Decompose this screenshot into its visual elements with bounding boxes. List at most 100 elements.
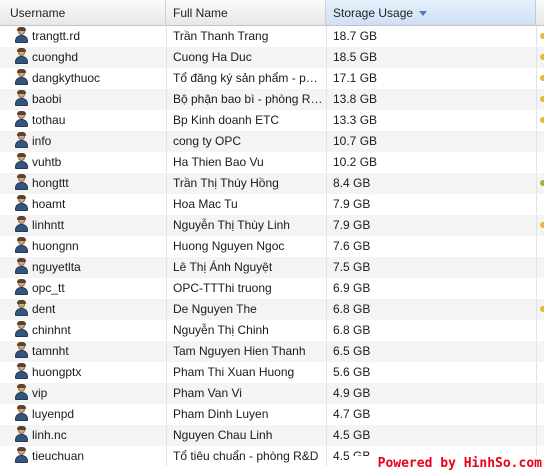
table-row[interactable]: hongttt Trần Thị Thúy Hồng 8.4 GB (0, 173, 544, 194)
table-row[interactable]: luyenpd Pham Dinh Luyen 4.7 GB (0, 404, 544, 425)
username-cell: dangkythuoc (32, 71, 101, 85)
full-name-cell: Hoa Mac Tu (173, 197, 238, 211)
user-icon (14, 216, 28, 233)
status-indicator-icon (540, 222, 544, 228)
storage-usage-cell: 7.9 GB (333, 218, 371, 232)
column-header-full-name[interactable]: Full Name (166, 0, 326, 25)
user-icon (14, 342, 28, 359)
column-header-storage-usage-label: Storage Usage (333, 6, 414, 20)
storage-usage-cell: 6.8 GB (333, 302, 371, 316)
full-name-cell: Pham Dinh Luyen (173, 407, 269, 421)
table-row[interactable]: dent De Nguyen The 6.8 GB (0, 299, 544, 320)
username-cell: nguyetlta (32, 260, 81, 274)
username-cell: huongnn (32, 239, 79, 253)
username-cell: vip (32, 386, 48, 400)
user-icon (14, 111, 28, 128)
storage-usage-cell: 13.8 GB (333, 92, 378, 106)
status-indicator-icon (540, 54, 544, 60)
username-cell: tieuchuan (32, 449, 85, 463)
username-cell: opc_tt (32, 281, 65, 295)
storage-usage-cell: 7.5 GB (333, 260, 371, 274)
status-indicator-icon (540, 33, 544, 39)
table-row[interactable]: opc_tt OPC-TTThi truong 6.9 GB (0, 278, 544, 299)
full-name-cell: De Nguyen The (173, 302, 257, 316)
user-icon (14, 405, 28, 422)
full-name-cell: Huong Nguyen Ngoc (173, 239, 285, 253)
storage-usage-cell: 4.5 GB (333, 428, 371, 442)
grid-body: trangtt.rd Trần Thanh Trang 18.7 GB cuonghd… (0, 26, 544, 467)
user-icon (14, 27, 28, 44)
user-icon (14, 153, 28, 170)
storage-usage-cell: 13.3 GB (333, 113, 378, 127)
full-name-cell: Bp Kinh doanh ETC (173, 113, 280, 127)
full-name-cell: Tam Nguyen Hien Thanh (173, 344, 306, 358)
column-header-extra[interactable] (536, 0, 544, 25)
full-name-cell: Cuong Ha Duc (173, 50, 252, 64)
username-cell: hongttt (32, 176, 69, 190)
username-cell: cuonghd (32, 50, 79, 64)
full-name-cell: Nguyễn Thị Thùy Linh (173, 218, 290, 232)
user-icon (14, 363, 28, 380)
column-header-username-label: Username (10, 6, 66, 20)
table-row[interactable]: tothau Bp Kinh doanh ETC 13.3 GB (0, 110, 544, 131)
table-row[interactable]: nguyetlta Lê Thị Ánh Nguyệt 7.5 GB (0, 257, 544, 278)
table-row[interactable]: info cong ty OPC 10.7 GB (0, 131, 544, 152)
status-indicator-icon (540, 75, 544, 81)
table-row[interactable]: cuonghd Cuong Ha Duc 18.5 GB (0, 47, 544, 68)
username-cell: hoamt (32, 197, 66, 211)
full-name-cell: Lê Thị Ánh Nguyệt (173, 260, 273, 274)
user-icon (14, 48, 28, 65)
full-name-cell: Nguyễn Thị Chinh (173, 323, 269, 337)
storage-usage-cell: 18.7 GB (333, 29, 378, 43)
storage-usage-cell: 17.1 GB (333, 71, 378, 85)
status-indicator-icon (540, 117, 544, 123)
table-row[interactable]: baobi Bộ phận bao bì - phòng R&D 13.8 GB (0, 89, 544, 110)
table-row[interactable]: dangkythuoc Tổ đăng ký sản phẩm - phò... 1… (0, 68, 544, 89)
storage-usage-cell: 6.8 GB (333, 323, 371, 337)
user-icon (14, 174, 28, 191)
table-row[interactable]: hoamt Hoa Mac Tu 7.9 GB (0, 194, 544, 215)
username-cell: trangtt.rd (32, 29, 81, 43)
table-row[interactable]: linhntt Nguyễn Thị Thùy Linh 7.9 GB (0, 215, 544, 236)
table-row[interactable]: chinhnt Nguyễn Thị Chinh 6.8 GB (0, 320, 544, 341)
full-name-cell: Ha Thien Bao Vu (173, 155, 264, 169)
full-name-cell: Tổ đăng ký sản phẩm - phò... (173, 71, 323, 85)
user-icon (14, 279, 28, 296)
username-cell: chinhnt (32, 323, 71, 337)
table-row[interactable]: trangtt.rd Trần Thanh Trang 18.7 GB (0, 26, 544, 47)
storage-usage-cell: 10.7 GB (333, 134, 378, 148)
table-row[interactable]: linh.nc Nguyen Chau Linh 4.5 GB (0, 425, 544, 446)
user-icon (14, 237, 28, 254)
storage-usage-cell: 4.7 GB (333, 407, 371, 421)
sort-descending-icon[interactable] (419, 11, 428, 17)
user-icon (14, 195, 28, 212)
column-header-storage-usage[interactable]: Storage Usage (326, 0, 536, 25)
column-header-username[interactable]: Username (0, 0, 166, 25)
storage-usage-cell: 10.2 GB (333, 155, 378, 169)
username-cell: baobi (32, 92, 62, 106)
full-name-cell: Trần Thanh Trang (173, 29, 269, 43)
username-cell: tothau (32, 113, 66, 127)
full-name-cell: cong ty OPC (173, 134, 242, 148)
username-cell: luyenpd (32, 407, 75, 421)
user-storage-grid: Username Full Name Storage Usage trangtt… (0, 0, 544, 471)
table-row[interactable]: vuhtb Ha Thien Bao Vu 10.2 GB (0, 152, 544, 173)
status-indicator-icon (540, 96, 544, 102)
full-name-cell: Bộ phận bao bì - phòng R&D (173, 92, 323, 106)
table-row[interactable]: huongptx Pham Thi Xuan Huong 5.6 GB (0, 362, 544, 383)
user-icon (14, 69, 28, 86)
username-cell: tamnht (32, 344, 69, 358)
storage-usage-cell: 6.9 GB (333, 281, 371, 295)
user-icon (14, 300, 28, 317)
table-row[interactable]: tamnht Tam Nguyen Hien Thanh 6.5 GB (0, 341, 544, 362)
user-icon (14, 384, 28, 401)
status-indicator-icon (540, 180, 544, 186)
full-name-cell: Tổ tiêu chuẩn - phòng R&D (173, 449, 319, 463)
storage-usage-cell: 4.9 GB (333, 386, 371, 400)
username-cell: linhntt (32, 218, 65, 232)
user-icon (14, 90, 28, 107)
table-row[interactable]: huongnn Huong Nguyen Ngoc 7.6 GB (0, 236, 544, 257)
full-name-cell: Pham Thi Xuan Huong (173, 365, 295, 379)
table-row[interactable]: vip Pham Van Vi 4.9 GB (0, 383, 544, 404)
user-icon (14, 426, 28, 443)
